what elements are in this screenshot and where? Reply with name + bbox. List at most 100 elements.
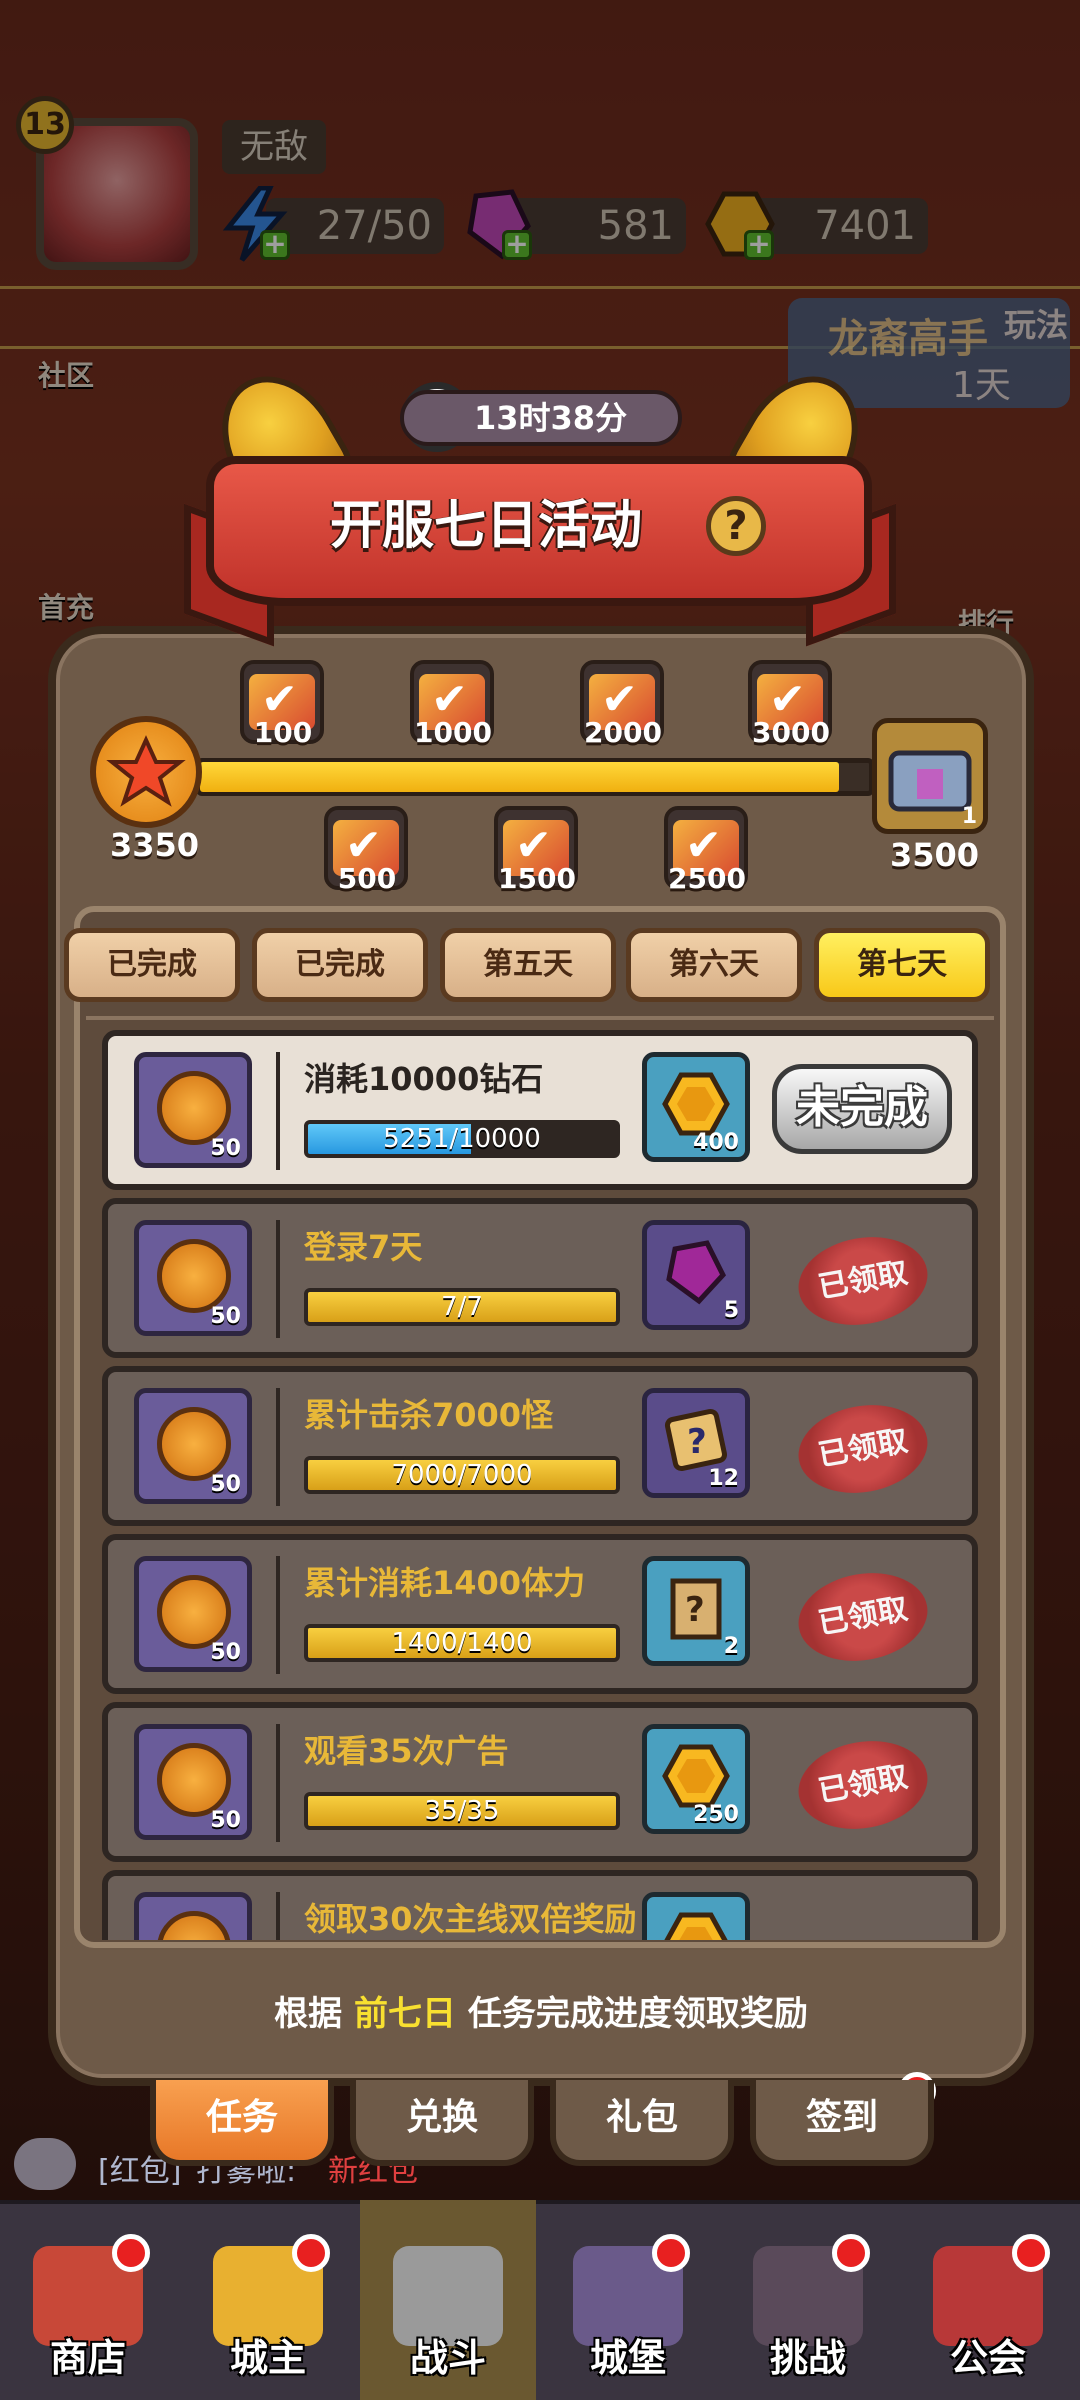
claimed-stamp: 已领取 [791,1731,935,1839]
final-chest-icon[interactable]: 1 [872,718,988,834]
tab-day-1[interactable]: 已完成 [64,928,240,1002]
tab-day-5[interactable]: 第七天 [814,928,990,1002]
nav-3[interactable]: 战斗 [360,2200,536,2400]
svg-text:?: ? [685,1590,705,1630]
mystery-scroll-icon: ? [661,1573,731,1643]
task-row: 50 累计击杀7000怪 7000/7000? 12 已领取 [102,1366,978,1526]
milestone-label: 1000 [414,716,492,749]
task-points-icon: 50 [134,1052,252,1168]
incomplete-button[interactable]: 未完成 [772,1064,952,1154]
nav-6[interactable]: 公会 [900,2200,1076,2400]
milestone-label: 500 [337,862,397,895]
task-points: 50 [210,1808,241,1833]
reward-slot[interactable]: ? 12 [642,1388,750,1498]
points-progress-fill [200,762,839,792]
task-title: 累计击杀7000怪 [304,1396,554,1434]
nav-5[interactable]: 挑战 [720,2200,896,2400]
claimed-stamp: 已领取 [791,1227,935,1335]
nav-notification-dot [652,2234,690,2272]
panel-tab-4[interactable]: 签到 [750,2080,934,2166]
nav-label: 战斗 [409,2336,486,2380]
task-row: 50 登录7天 7/7 5 已领取 [102,1198,978,1358]
task-separator [276,1220,280,1338]
reward-slot[interactable]: 5 [642,1220,750,1330]
milestone-label: 3000 [752,716,830,749]
reward-count: 250 [693,1802,739,1827]
task-progress-bar: 1400/1400 [304,1624,620,1662]
task-separator [276,1724,280,1842]
claimed-stamp: 已领取 [791,1395,935,1503]
task-progress-text: 1400/1400 [391,1628,533,1658]
task-points-icon: 50 [134,1724,252,1840]
hint-text-after: 任务完成进度领取奖励 [467,1994,808,2034]
task-title: 观看35次广告 [304,1732,509,1770]
task-progress-bar: 35/35 [304,1792,620,1830]
question-icon[interactable]: ? [706,496,766,556]
mystery-puzzle-icon: ? [661,1405,731,1475]
reward-slot[interactable]: 400 [642,1052,750,1162]
hint-text-before: 根据 [274,1994,343,2034]
medal-icon [157,1911,231,1940]
task-title: 登录7天 [304,1228,423,1266]
task-separator [276,1892,280,1940]
task-title: 累计消耗1400体力 [304,1564,586,1602]
tab-day-2[interactable]: 已完成 [252,928,428,1002]
tab-day-4[interactable]: 第六天 [626,928,802,1002]
task-progress-bar: 5251/10000 [304,1120,620,1158]
milestone-label: 100 [253,716,313,749]
nav-notification-dot [1012,2234,1050,2272]
task-points-icon: 50 [134,1556,252,1672]
nav-label: 挑战 [769,2336,846,2380]
task-row: 50 观看35次广告 35/35 250 已领取 [102,1702,978,1862]
points-medal-icon [90,716,202,828]
task-progress-text: 35/35 [424,1796,500,1826]
task-separator [276,1052,280,1170]
reward-count: 2 [723,1634,739,1659]
reward-slot[interactable]: ? 2 [642,1556,750,1666]
task-separator [276,1556,280,1674]
task-points-icon: 50 [134,1220,252,1336]
coin-icon [661,1069,731,1139]
claimed-stamp: 已领取 [791,1563,935,1671]
medal-icon [157,1575,231,1649]
gem-icon [661,1237,731,1307]
reward-count: 5 [723,1298,739,1323]
reward-slot[interactable] [642,1892,750,1940]
chat-icon[interactable] [14,2138,76,2190]
task-points: 50 [210,1304,241,1329]
task-progress-text: 7/7 [441,1292,483,1322]
nav-label: 城堡 [589,2336,666,2380]
event-timer: 13时38分 [400,390,682,446]
task-progress-bar: 7000/7000 [304,1456,620,1494]
nav-1[interactable]: 商店 [0,2200,176,2400]
task-points-icon [134,1892,252,1940]
coin-icon [661,1741,731,1811]
task-points: 50 [210,1472,241,1497]
tab-day-3[interactable]: 第五天 [440,928,616,1002]
task-progress-bar: 7/7 [304,1288,620,1326]
chest-count: 1 [961,804,977,829]
task-points-icon: 50 [134,1388,252,1504]
medal-icon [157,1407,231,1481]
task-title: 消耗10000钻石 [304,1060,544,1098]
nav-notification-dot [292,2234,330,2272]
medal-icon [157,1071,231,1145]
panel-tab-3[interactable]: 礼包 [550,2080,734,2166]
reward-count: 12 [708,1466,739,1491]
task-row: 领取30次主线双倍奖励 [102,1870,978,1940]
task-row: 50 消耗10000钻石 5251/10000 400 未完成 [102,1030,978,1190]
nav-label: 公会 [949,2336,1026,2380]
reward-count: 400 [693,1130,739,1155]
task-progress-text: 7000/7000 [391,1460,533,1490]
task-progress-text: 5251/10000 [383,1124,541,1154]
panel-tab-1[interactable]: 任务 [150,2080,334,2166]
nav-4[interactable]: 城堡 [540,2200,716,2400]
nav-label: 商店 [49,2336,126,2380]
nav-2[interactable]: 城主 [180,2200,356,2400]
hint-highlight: 前七日 [354,1994,456,2034]
task-points: 50 [210,1136,241,1161]
task-row: 50 累计消耗1400体力 1400/1400? 2 已领取 [102,1534,978,1694]
panel-tab-2[interactable]: 兑换 [350,2080,534,2166]
task-list[interactable]: 50 消耗10000钻石 5251/10000 400 未完成 50 登录7天 7/7 5 已领取… [80,1030,1000,1940]
reward-slot[interactable]: 250 [642,1724,750,1834]
